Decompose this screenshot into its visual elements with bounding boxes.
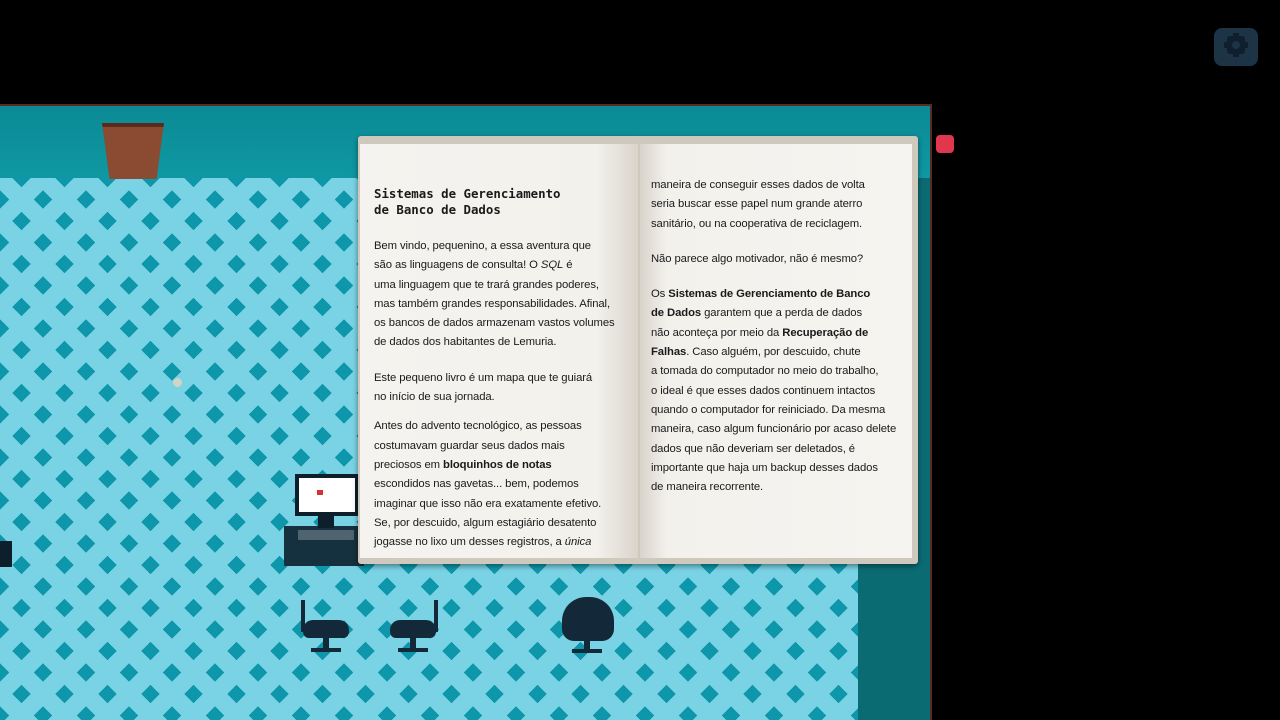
text-fragment: dados que não deveriam ser deletados, é <box>651 442 855 455</box>
text-fragment: no início de sua jornada. <box>374 391 495 404</box>
text-fragment: é <box>563 259 573 272</box>
text-fragment: importante que haja um backup desses dad… <box>651 461 878 474</box>
gear-icon <box>1222 31 1250 64</box>
text-fragment: imaginar que isso não era exatamente efe… <box>374 497 602 510</box>
office-chair <box>388 598 438 656</box>
paragraph: Os Sistemas de Gerenciamento de Banco de… <box>651 285 904 497</box>
book-left-page: Sistemas de Gerenciamento de Banco de Da… <box>360 144 638 558</box>
book-right-page: maneira de conseguir esses dados de volt… <box>640 144 912 558</box>
settings-button[interactable] <box>1214 28 1258 66</box>
text-fragment: o ideal é que esses dados continuem inta… <box>651 384 876 397</box>
round-chair <box>562 597 614 655</box>
keyboard <box>298 530 354 540</box>
text-fragment: Sistemas de Gerenciamento de Banco <box>668 288 871 301</box>
text-fragment: de maneira recorrente. <box>651 481 764 494</box>
text-fragment: Antes do advento tecnológico, as pessoas <box>374 420 582 433</box>
paragraph: Não parece algo motivador, não é mesmo? <box>651 250 904 269</box>
text-fragment: garantem que a perda de dados <box>701 307 862 320</box>
book-title: Sistemas de Gerenciamento de Banco de Da… <box>374 186 628 218</box>
text-fragment: os bancos de dados armazenam vastos volu… <box>374 317 615 330</box>
text-fragment: bloquinhos de notas <box>443 458 552 471</box>
text-fragment: . Caso alguém, por descuido, chute <box>686 346 861 359</box>
text-fragment: quando o computador for reiniciado. Da m… <box>651 403 886 416</box>
text-fragment: de dados dos habitantes de Lemuria. <box>374 336 557 349</box>
paragraph: Este pequeno livro é um mapa que te guia… <box>374 369 628 408</box>
open-book: Sistemas de Gerenciamento de Banco de Da… <box>358 136 918 564</box>
text-fragment: seria buscar esse papel num grande aterr… <box>651 198 863 211</box>
text-fragment: Falhas <box>651 346 687 359</box>
office-chair <box>301 598 351 656</box>
text-fragment: de Dados <box>651 307 702 320</box>
computer-monitor[interactable] <box>295 474 359 516</box>
paragraph: Bem vindo, pequenino, a essa aventura qu… <box>374 237 628 353</box>
title-line: Sistemas de Gerenciamento <box>374 186 561 201</box>
text-fragment: uma linguagem que te trará grandes poder… <box>374 278 599 291</box>
text-fragment: mas também grandes responsabilidades. Af… <box>374 297 611 310</box>
text-fragment: maneira de conseguir esses dados de volt… <box>651 179 865 191</box>
text-fragment: Os <box>651 288 669 301</box>
paragraph: Antes do advento tecnológico, as pessoas… <box>374 417 628 552</box>
close-book-marker[interactable] <box>936 135 954 153</box>
monitor-stand <box>318 516 334 528</box>
text-fragment: maneira, caso algum funcionário por acas… <box>651 423 897 436</box>
text-fragment: a tomada do computador no meio do trabal… <box>651 365 879 378</box>
text-fragment: Este pequeno livro é um mapa que te guia… <box>374 371 593 384</box>
title-line: de Banco de Dados <box>374 202 501 217</box>
text-fragment: Recuperação de <box>782 326 869 339</box>
text-fragment: única <box>564 536 592 549</box>
text-fragment: escondidos nas gavetas... bem, podemos <box>374 478 579 491</box>
text-fragment: Se, por descuido, algum estagiário desat… <box>374 516 597 529</box>
left-object <box>0 541 12 567</box>
floor-item <box>173 378 182 387</box>
flower-pot <box>102 123 164 179</box>
paragraph: maneira de conseguir esses dados de volt… <box>651 176 904 234</box>
text-fragment: são as linguagens de consulta! O <box>374 259 541 272</box>
text-fragment: SQL <box>540 259 564 272</box>
text-fragment: costumavam guardar seus dados mais <box>374 439 565 452</box>
text-fragment: Bem vindo, pequenino, a essa aventura qu… <box>374 240 591 252</box>
text-fragment: preciosos em <box>374 458 444 471</box>
text-fragment: Não parece algo motivador, não é mesmo? <box>651 252 864 265</box>
text-fragment: jogasse no lixo um desses registros, a <box>374 536 565 549</box>
text-fragment: não aconteça por meio da <box>651 326 783 339</box>
text-fragment: sanitário, ou na cooperativa de reciclag… <box>651 217 863 230</box>
